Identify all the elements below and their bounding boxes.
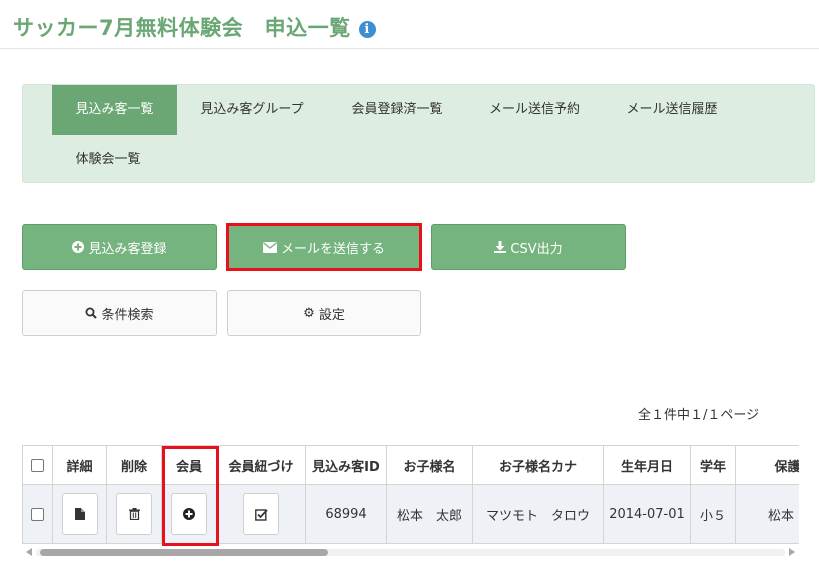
column-header: 会員 <box>161 445 217 485</box>
tab-mail-schedule[interactable]: メール送信予約 <box>467 85 602 135</box>
column-header: 生年月日 <box>603 445 691 485</box>
pagination-info: 全１件中１/１ページ <box>638 408 760 423</box>
tab-prospect-group[interactable]: 見込み客グループ <box>177 85 327 135</box>
column-header: 保護者 <box>735 445 799 485</box>
make-member-button[interactable] <box>171 493 207 535</box>
search-icon <box>85 307 98 319</box>
detail-cell <box>52 484 107 544</box>
select-all-cell <box>22 445 53 485</box>
settings-button[interactable]: ⚙ 設定 <box>227 290 421 336</box>
column-header: お子様名 <box>386 445 473 485</box>
delete-cell <box>106 484 162 544</box>
csv-export-label: CSV出力 <box>510 241 563 257</box>
link-member-cell <box>216 484 306 544</box>
tab-registered-members[interactable]: 会員登録済一覧 <box>327 85 467 135</box>
column-header: 学年 <box>690 445 736 485</box>
detail-button[interactable] <box>61 493 98 535</box>
grade-cell: 小５ <box>690 484 736 544</box>
column-header: 詳細 <box>52 445 107 485</box>
gear-icon: ⚙ <box>303 305 315 321</box>
plus-circle-icon <box>183 508 195 520</box>
column-header: 会員紐づけ <box>216 445 306 485</box>
horizontal-scrollbar[interactable] <box>22 546 799 558</box>
tab-trial-events[interactable]: 体験会一覧 <box>52 135 164 185</box>
file-icon <box>74 508 85 520</box>
column-header: 削除 <box>106 445 162 485</box>
csv-export-button[interactable]: CSV出力 <box>431 224 626 270</box>
send-mail-label: メールを送信する <box>280 241 385 257</box>
page-title: サッカー7月無料体験会 申込一覧 i <box>13 12 376 42</box>
prospect-id-cell: 68994 <box>305 484 387 544</box>
delete-button[interactable] <box>116 493 152 535</box>
search-conditions-label: 条件検索 <box>101 307 154 323</box>
send-mail-button[interactable]: メールを送信する <box>227 224 421 270</box>
register-prospect-button[interactable]: 見込み客登録 <box>22 224 217 270</box>
scroll-right-arrow-icon[interactable] <box>789 548 795 556</box>
download-icon <box>494 241 507 253</box>
row-checkbox[interactable] <box>31 507 44 521</box>
tab-prospect-list[interactable]: 見込み客一覧 <box>52 85 177 135</box>
info-icon[interactable]: i <box>358 21 376 38</box>
title-bar: サッカー7月無料体験会 申込一覧 i <box>0 0 819 49</box>
page-title-text: サッカー7月無料体験会 申込一覧 <box>13 16 351 40</box>
guardian-cell: 松本 保 <box>735 484 799 544</box>
tab-mail-history[interactable]: メール送信履歴 <box>602 85 742 135</box>
member-cell <box>161 484 217 544</box>
plus-circle-icon <box>72 241 85 253</box>
prospect-table-wrapper: 詳細 削除 会員 会員紐づけ 見込み客ID お子様名 お子様名カナ 生年月日 学… <box>22 445 799 546</box>
scroll-left-arrow-icon[interactable] <box>26 548 32 556</box>
table-header-row: 詳細 削除 会員 会員紐づけ 見込み客ID お子様名 お子様名カナ 生年月日 学… <box>22 445 799 485</box>
register-prospect-label: 見込み客登録 <box>88 241 167 257</box>
column-header: お子様名カナ <box>472 445 604 485</box>
check-square-icon <box>254 508 268 521</box>
table-row: 68994 松本 太郎 マツモト タロウ 2014-07-01 小５ 松本 保 <box>22 484 799 544</box>
child-name-cell: 松本 太郎 <box>386 484 473 544</box>
nav-panel: 見込み客一覧 見込み客グループ 会員登録済一覧 メール送信予約 メール送信履歴 … <box>22 84 815 183</box>
scrollbar-thumb[interactable] <box>40 549 328 556</box>
birthdate-cell: 2014-07-01 <box>603 484 691 544</box>
child-kana-cell: マツモト タロウ <box>472 484 604 544</box>
row-select-cell <box>22 484 53 544</box>
prospect-table: 詳細 削除 会員 会員紐づけ 見込み客ID お子様名 お子様名カナ 生年月日 学… <box>22 445 799 544</box>
envelope-icon <box>262 241 277 253</box>
settings-label: 設定 <box>318 307 345 323</box>
link-member-button[interactable] <box>243 493 279 535</box>
select-all-checkbox[interactable] <box>31 458 44 472</box>
column-header: 見込み客ID <box>305 445 387 485</box>
search-conditions-button[interactable]: 条件検索 <box>22 290 217 336</box>
trash-icon <box>128 508 140 520</box>
